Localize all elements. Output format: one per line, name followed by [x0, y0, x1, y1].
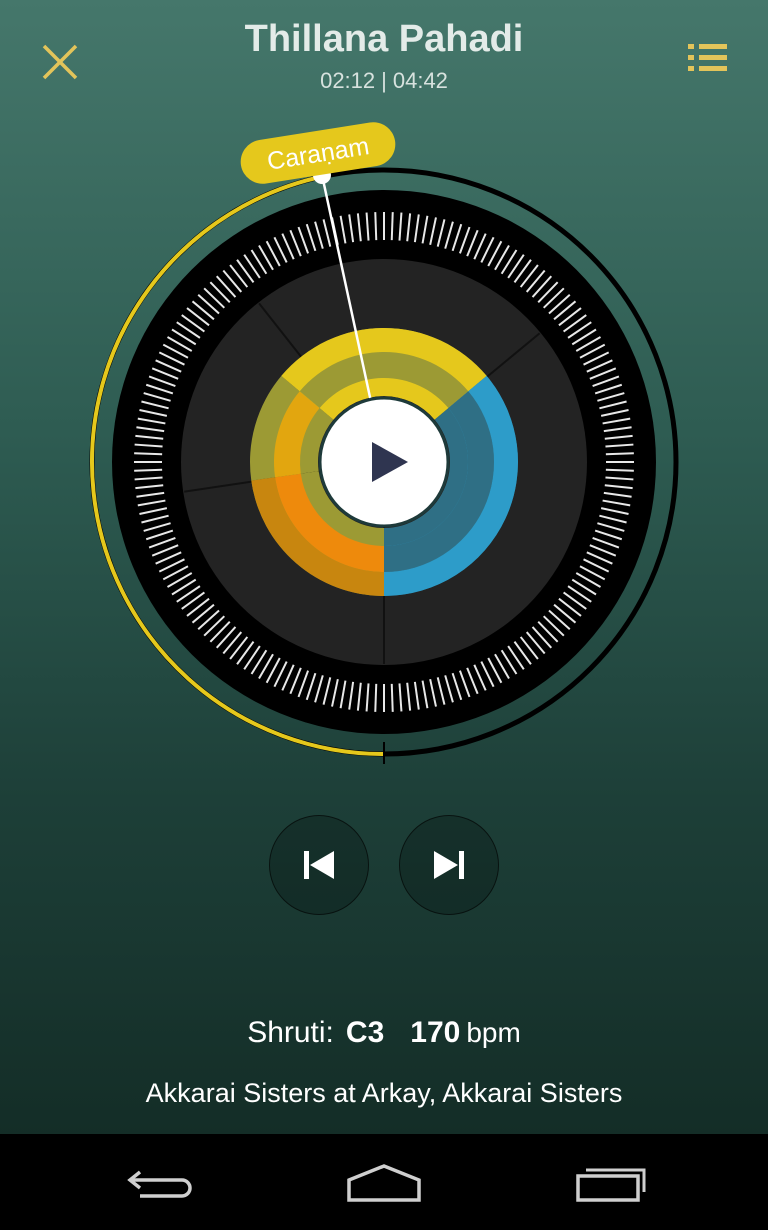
shruti-tempo-info: Shruti: C3 170 bpm — [0, 1016, 768, 1050]
dial-tick — [390, 212, 394, 241]
dial-tick — [605, 468, 634, 472]
next-button[interactable] — [399, 815, 499, 915]
back-button[interactable] — [100, 1152, 220, 1212]
previous-button[interactable] — [269, 815, 369, 915]
play-button[interactable] — [318, 396, 450, 528]
list-icon — [688, 44, 727, 71]
shruti-label: Shruti: — [247, 1016, 334, 1049]
track-title: Thillana Pahadi — [244, 18, 524, 60]
recent-apps-button[interactable] — [550, 1152, 670, 1212]
back-icon — [127, 1170, 192, 1198]
dial-graphic: Caraṇam — [89, 122, 679, 764]
playlist-button[interactable] — [684, 38, 732, 86]
time-readout: 02:12 | 04:42 — [0, 68, 768, 94]
skip-next-icon — [434, 851, 464, 879]
artist-info: Akkarai Sisters at Arkay, Akkarai Sister… — [145, 1078, 623, 1108]
dial-tick — [134, 468, 163, 472]
elapsed-time: 02:12 — [320, 68, 376, 93]
dial-tick — [605, 452, 634, 456]
dial-tick — [374, 212, 378, 241]
dial-tick — [390, 683, 394, 712]
dial-tick — [134, 452, 163, 456]
home-icon — [347, 1164, 421, 1202]
android-nav-bar — [0, 1134, 768, 1230]
recent-apps-icon — [576, 1168, 646, 1202]
home-button[interactable] — [324, 1152, 444, 1212]
progress-dial[interactable]: Caraṇam — [84, 112, 684, 772]
header: Thillana Pahadi 02:12 | 04:42 — [0, 0, 768, 110]
time-separator: | — [381, 68, 387, 93]
skip-previous-icon — [304, 851, 334, 879]
shruti-value: C3 — [345, 1016, 385, 1049]
tempo-value: 170 — [410, 1016, 461, 1049]
total-duration: 04:42 — [392, 68, 448, 93]
dial-tick — [374, 683, 378, 712]
tempo-unit: bpm — [466, 1017, 521, 1048]
